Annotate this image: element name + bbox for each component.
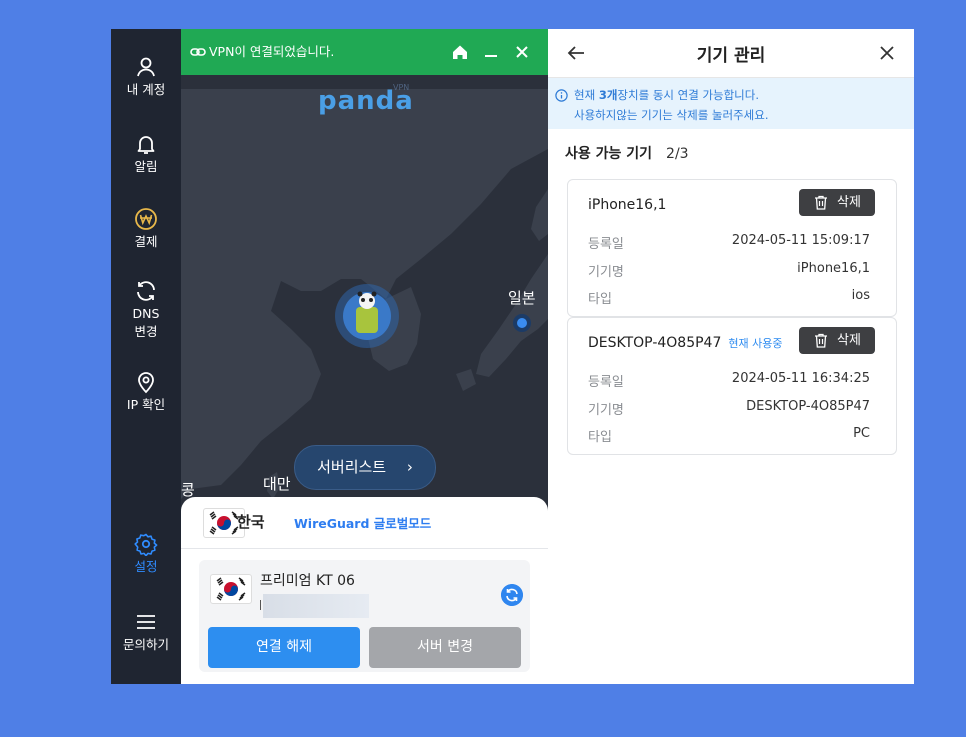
notice-line-2: 사용하지않는 기기는 삭제를 눌러주세요. (574, 108, 769, 122)
map-panel: VPN이 연결되었습니다. panda VPN 일본 대만 콩 서버리스트 › … (181, 29, 548, 684)
delete-label: 삭제 (837, 333, 861, 348)
available-count: 2/3 (666, 146, 689, 162)
sidebar-item-dns[interactable]: DNS 변경 (111, 279, 181, 341)
sidebar-item-label: 알림 (134, 159, 158, 174)
available-label: 사용 가능 기기 (565, 146, 653, 162)
device-card: DESKTOP-4O85P47 현재 사용중 삭제 등록일 2024-05-11 1… (567, 317, 897, 455)
device-card: iPhone16,1 삭제 등록일 2024-05-11 15:09:17 기기명… (567, 179, 897, 317)
notice-box: 현재 3개장치를 동시 연결 가능합니다. 사용하지않는 기기는 삭제를 눌러주… (548, 78, 914, 129)
sidebar-item-label: 설정 (134, 559, 158, 574)
divider (181, 548, 548, 549)
change-server-button[interactable]: 서버 변경 (369, 627, 521, 668)
delete-button[interactable]: 삭제 (799, 189, 875, 216)
sidebar-item-contact[interactable]: 문의하기 (111, 610, 181, 654)
gear-icon (134, 533, 158, 556)
info-icon (555, 89, 568, 102)
panel-header: 기기 관리 (548, 29, 914, 78)
server-list-button[interactable]: 서버리스트 › (294, 445, 436, 490)
trash-icon (815, 195, 827, 210)
home-icon[interactable] (451, 43, 469, 61)
sidebar-item-label: 문의하기 (122, 637, 169, 652)
chevron-right-icon: › (406, 458, 413, 476)
won-icon (135, 208, 157, 230)
sidebar-item-label: 내 계정 (126, 82, 166, 97)
sidebar-item-settings[interactable]: 설정 (111, 532, 181, 576)
logo-vpn-mark: VPN (393, 83, 410, 92)
server-list-label: 서버리스트 (317, 458, 387, 476)
sidebar-item-account[interactable]: 내 계정 (111, 55, 181, 99)
sidebar-item-label: 변경 (134, 324, 158, 339)
device-management-panel: 기기 관리 현재 3개장치를 동시 연결 가능합니다. 사용하지않는 기기는 삭… (548, 29, 914, 684)
ip-text-cursor (260, 600, 261, 610)
close-icon[interactable] (513, 43, 531, 61)
sidebar-item-alerts[interactable]: 알림 (111, 132, 181, 176)
connection-status-banner: VPN이 연결되었습니다. (181, 29, 548, 75)
sidebar-item-ip-check[interactable]: IP 확인 (111, 370, 181, 414)
refresh-icon (137, 281, 155, 301)
page-title: 기기 관리 (696, 46, 766, 66)
korea-flag-icon (210, 574, 252, 604)
connection-card: 한국 WireGuard 글로벌모드 프리미엄 KT 06 연결 해제 서버 변… (181, 497, 548, 684)
user-icon (137, 57, 155, 77)
sidebar: 내 계정 알림 결제 DNS 변경 IP 확인 설정 문의하기 (111, 29, 181, 684)
current-server-card: 프리미엄 KT 06 연결 해제 서버 변경 (199, 560, 530, 672)
disconnect-button[interactable]: 연결 해제 (208, 627, 360, 668)
sidebar-item-label: IP 확인 (126, 397, 166, 412)
delete-button[interactable]: 삭제 (799, 327, 875, 354)
minimize-icon[interactable] (482, 43, 500, 61)
close-icon[interactable] (879, 45, 895, 61)
protocol-mode[interactable]: WireGuard 글로벌모드 (294, 513, 431, 532)
status-text: VPN이 연결되었습니다. (209, 44, 335, 59)
map-label-japan: 일본 (508, 289, 536, 307)
location-icon (138, 372, 154, 394)
notice-line-1: 현재 3개장치를 동시 연결 가능합니다. (574, 88, 760, 102)
app-window: 내 계정 알림 결제 DNS 변경 IP 확인 설정 문의하기 VPN이 연결되… (111, 29, 914, 684)
ip-address-redacted (263, 594, 369, 618)
sidebar-item-label: 결제 (134, 234, 158, 249)
device-title: DESKTOP-4O85P47 현재 사용중 (588, 335, 783, 351)
bell-icon (137, 136, 155, 154)
trash-icon (815, 333, 827, 348)
link-icon (190, 48, 206, 56)
sidebar-item-label: DNS (132, 306, 160, 321)
device-title: iPhone16,1 (588, 197, 667, 213)
refresh-icon[interactable] (501, 584, 523, 606)
server-name: 프리미엄 KT 06 (260, 573, 355, 589)
current-use-badge: 현재 사용중 (728, 337, 783, 350)
available-devices-header: 사용 가능 기기 2/3 (565, 143, 689, 163)
delete-label: 삭제 (837, 195, 861, 210)
country-name: 한국 (237, 513, 265, 531)
map-label-taiwan: 대만 (263, 475, 291, 493)
sidebar-item-payment[interactable]: 결제 (111, 207, 181, 251)
menu-icon (137, 615, 155, 629)
